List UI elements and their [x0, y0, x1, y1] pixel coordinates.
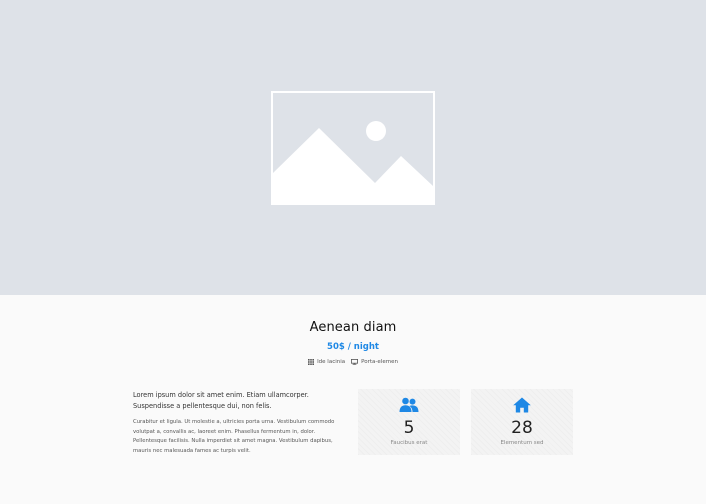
monitor-icon — [351, 359, 359, 365]
feature-item: Porta-elemen — [351, 359, 398, 365]
feature-list: Ide lacinia Porta-elemen — [0, 359, 706, 365]
home-icon — [513, 397, 531, 413]
feature-label: Porta-elemen — [361, 359, 398, 365]
listing-price: 50$ / night — [327, 342, 379, 352]
image-placeholder-icon — [271, 91, 435, 205]
listing-title: Aenean diam — [309, 320, 397, 335]
stat-card-rooms: 28 Elementum sed — [471, 389, 573, 455]
stat-card-guests: 5 Faucibus erat — [358, 389, 460, 455]
description: Lorem ipsum dolor sit amet enim. Etiam u… — [133, 390, 348, 456]
users-icon — [399, 397, 419, 412]
stat-label: Faucibus erat — [390, 440, 428, 446]
stat-label: Elementum sed — [500, 440, 544, 446]
feature-label: Ide lacinia — [317, 359, 346, 365]
grid-icon — [308, 359, 315, 365]
description-lead: Lorem ipsum dolor sit amet enim. Etiam u… — [133, 391, 309, 410]
stat-value: 5 — [403, 418, 415, 438]
stat-value: 28 — [511, 418, 533, 438]
feature-item: Ide lacinia — [308, 359, 345, 365]
description-body: Curabitur et ligula. Ut molestie a, ultr… — [133, 419, 335, 454]
hero-banner — [0, 0, 706, 295]
